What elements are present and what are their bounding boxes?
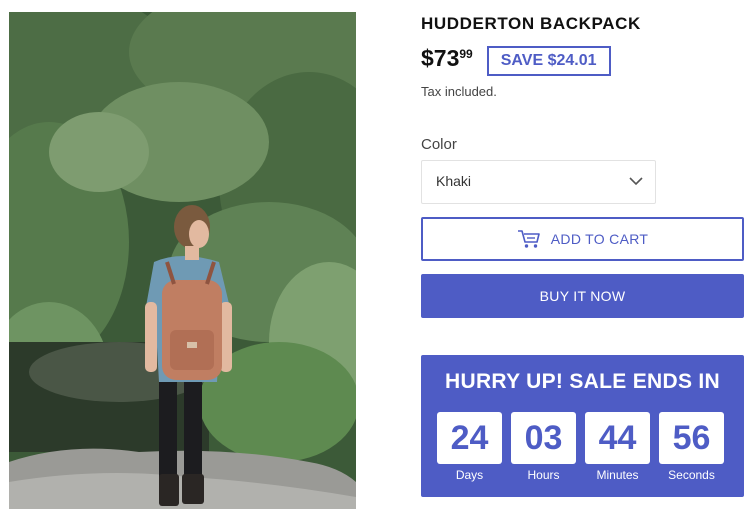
- countdown-seconds-value: 56: [672, 418, 711, 457]
- countdown-days-label: Days: [455, 468, 484, 482]
- buy-it-now-button[interactable]: BUY IT NOW: [421, 274, 744, 318]
- price-main: $73: [421, 45, 460, 71]
- countdown-minutes: 44 Minutes: [585, 412, 650, 482]
- buy-it-now-label: BUY IT NOW: [539, 288, 626, 304]
- cart-icon: [517, 230, 540, 248]
- countdown-minutes-label: Minutes: [596, 468, 639, 482]
- countdown-days-value: 24: [450, 418, 489, 457]
- product-title: HUDDERTON BACKPACK: [421, 14, 641, 33]
- countdown-seconds: 56 Seconds: [659, 412, 724, 482]
- tax-note: Tax included.: [421, 84, 497, 99]
- countdown-minutes-value: 44: [598, 418, 637, 457]
- color-select[interactable]: Khaki: [421, 160, 656, 204]
- chevron-down-icon: [629, 177, 643, 186]
- countdown-seconds-label: Seconds: [668, 468, 715, 482]
- product-image[interactable]: [9, 12, 356, 509]
- color-label: Color: [421, 136, 457, 153]
- sale-countdown: HURRY UP! SALE ENDS IN 24 Days 03 Hours …: [421, 355, 744, 497]
- countdown-days: 24 Days: [437, 412, 502, 482]
- countdown-hours-value: 03: [524, 418, 563, 457]
- countdown-title: HURRY UP! SALE ENDS IN: [445, 370, 720, 393]
- price-cents: 99: [459, 47, 473, 61]
- countdown-hours-box: 03: [511, 412, 576, 464]
- product-photo-illustration: [9, 12, 356, 509]
- add-to-cart-button[interactable]: ADD TO CART: [421, 217, 744, 261]
- add-to-cart-label: ADD TO CART: [550, 231, 649, 247]
- countdown-days-box: 24: [437, 412, 502, 464]
- save-badge: SAVE $24.01: [486, 46, 611, 76]
- countdown-units: 24 Days 03 Hours 44 Minutes 56 Seconds: [437, 412, 724, 482]
- color-select-value: Khaki: [436, 173, 472, 189]
- countdown-minutes-box: 44: [585, 412, 650, 464]
- countdown-hours-label: Hours: [527, 468, 560, 482]
- countdown-seconds-box: 56: [659, 412, 724, 464]
- price-row: $73 99 SAVE $24.01: [421, 45, 611, 76]
- countdown-hours: 03 Hours: [511, 412, 576, 482]
